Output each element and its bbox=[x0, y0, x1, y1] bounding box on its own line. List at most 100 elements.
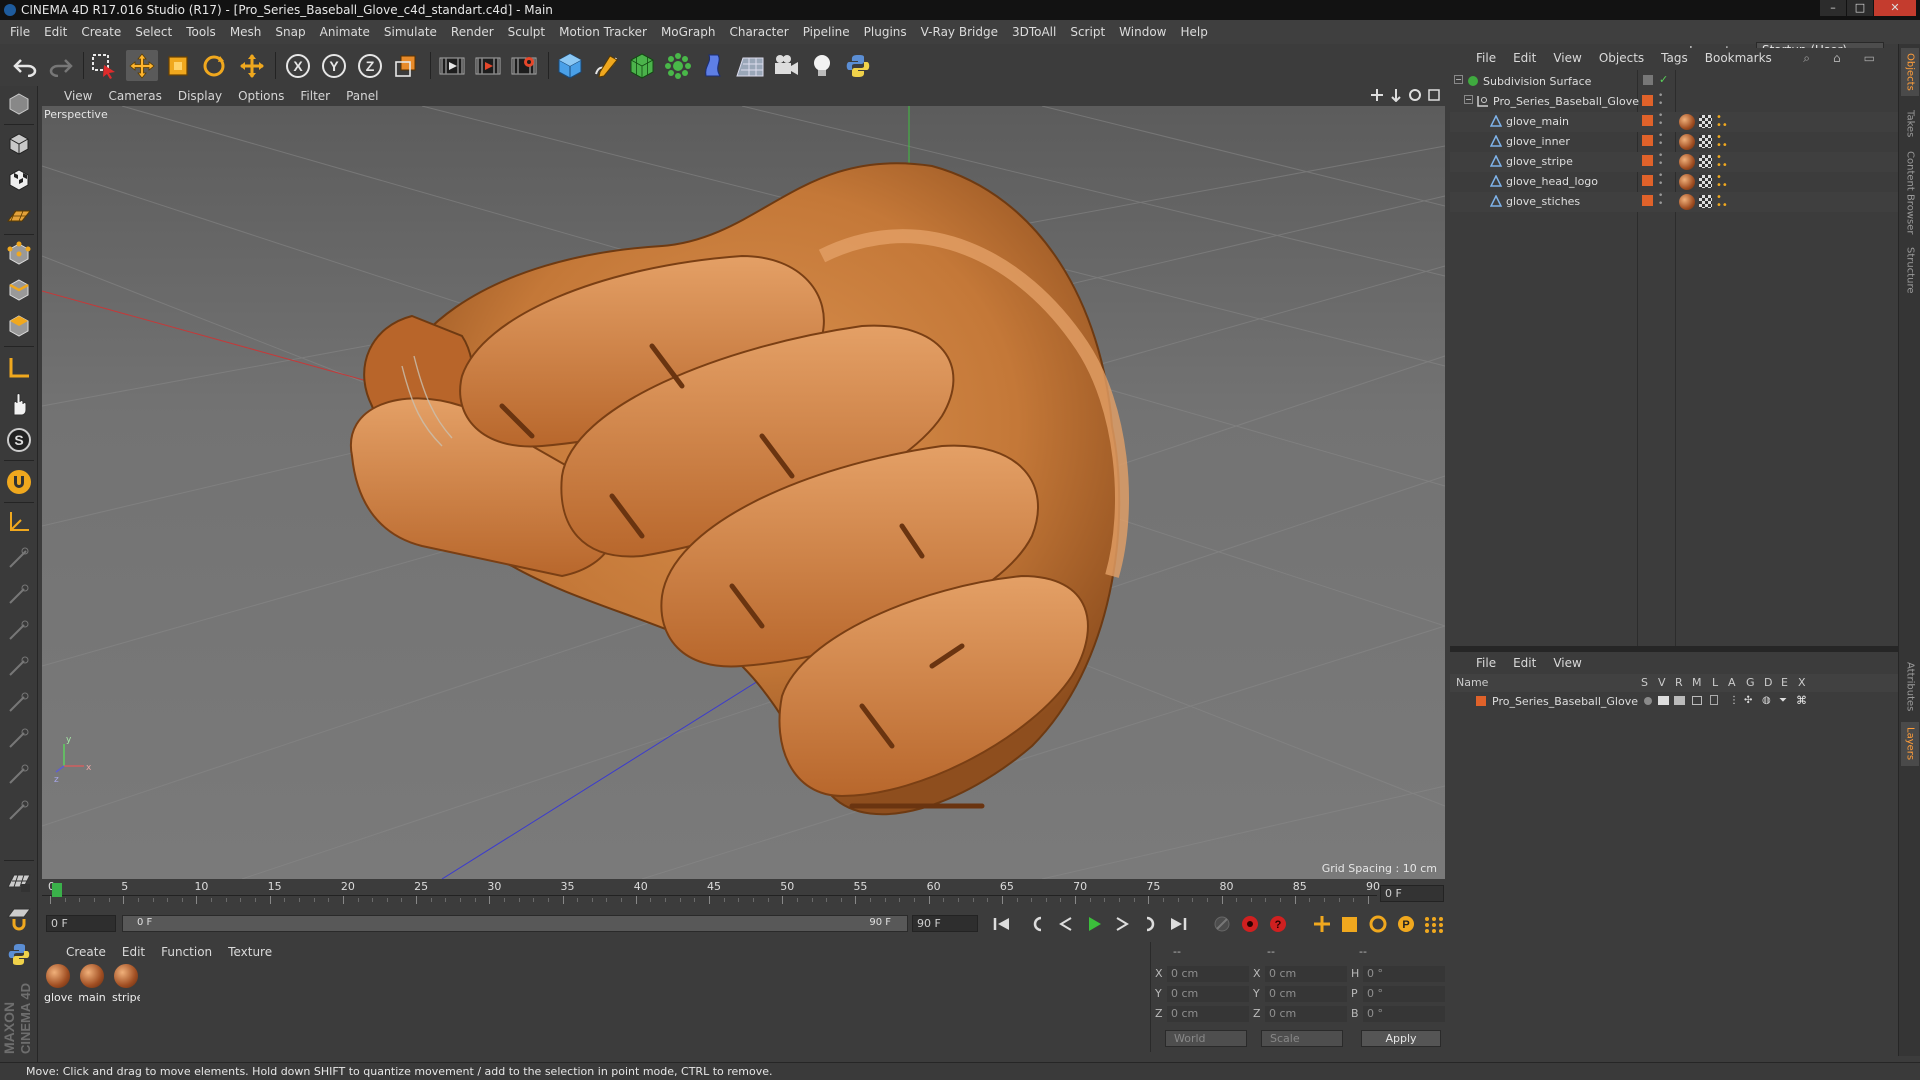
timeline-playhead[interactable] bbox=[52, 883, 62, 897]
viewport-menu-view[interactable]: View bbox=[64, 89, 92, 103]
manager-toggle[interactable] bbox=[1692, 696, 1702, 705]
rotation-p-field[interactable]: 0 ° bbox=[1363, 986, 1445, 1002]
menu-vray-bridge[interactable]: V-Ray Bridge bbox=[921, 25, 998, 39]
texture-mode-icon[interactable] bbox=[3, 164, 35, 196]
menu-sculpt[interactable]: Sculpt bbox=[508, 25, 545, 39]
visibility-dots[interactable]: • • bbox=[1658, 92, 1663, 109]
tab-takes[interactable]: Takes bbox=[1901, 104, 1919, 144]
material-stripe[interactable]: stripe bbox=[112, 964, 140, 1004]
uvw-tag-icon[interactable] bbox=[1699, 175, 1712, 188]
sculpt-brush-2-icon[interactable] bbox=[3, 578, 35, 610]
locked-workplane-icon[interactable] bbox=[3, 506, 35, 538]
generators-toggle[interactable]: ✣ bbox=[1744, 695, 1752, 706]
object-row-glove-main[interactable]: glove_main • • • •• bbox=[1450, 112, 1898, 132]
menu-tools[interactable]: Tools bbox=[186, 25, 216, 39]
timeline-ruler[interactable]: 051015202530354045505560657075808590 0 F bbox=[42, 879, 1447, 913]
menu-animate[interactable]: Animate bbox=[320, 25, 370, 39]
objects-menu-tags[interactable]: Tags bbox=[1661, 51, 1688, 65]
light-icon[interactable] bbox=[806, 50, 838, 81]
editor-visibility-toggle[interactable] bbox=[1643, 75, 1653, 85]
sculpt-brush-5-icon[interactable] bbox=[3, 686, 35, 718]
deformers-toggle[interactable]: ◍ bbox=[1762, 695, 1771, 706]
tab-structure[interactable]: Structure bbox=[1901, 242, 1919, 298]
maximize-button[interactable]: □ bbox=[1847, 0, 1873, 16]
material-tag-icon[interactable] bbox=[1679, 194, 1695, 210]
material-glove[interactable]: glove bbox=[44, 964, 72, 1004]
model-mode-icon[interactable] bbox=[3, 128, 35, 160]
panel-divider[interactable] bbox=[1450, 646, 1898, 652]
object-row-glove-head-logo[interactable]: glove_head_logo • • • •• bbox=[1450, 172, 1898, 192]
key-scale-icon[interactable] bbox=[1338, 914, 1362, 934]
minimize-button[interactable]: – bbox=[1820, 0, 1846, 16]
uvw-tag-icon[interactable] bbox=[1699, 115, 1712, 128]
collapse-toggle[interactable]: − bbox=[1464, 95, 1473, 104]
position-x-field[interactable]: 0 cm bbox=[1167, 966, 1249, 982]
layer-color-swatch[interactable] bbox=[1642, 115, 1653, 126]
object-row-glove-stiches[interactable]: glove_stiches • • • •• bbox=[1450, 192, 1898, 212]
3d-viewport[interactable]: y x z Perspective Grid Spacing : 10 cm bbox=[42, 106, 1445, 879]
camera-icon[interactable] bbox=[770, 50, 802, 81]
objects-menu-edit[interactable]: Edit bbox=[1513, 51, 1536, 65]
menu-help[interactable]: Help bbox=[1180, 25, 1207, 39]
floor-magnet-icon[interactable] bbox=[3, 902, 35, 934]
layer-color-swatch[interactable] bbox=[1642, 195, 1653, 206]
tab-content-browser[interactable]: Content Browser bbox=[1901, 148, 1919, 238]
viewport-menu-cameras[interactable]: Cameras bbox=[108, 89, 161, 103]
previous-key-icon[interactable] bbox=[1026, 914, 1050, 934]
rotation-b-field[interactable]: 0 ° bbox=[1363, 1006, 1445, 1022]
cube-icon[interactable] bbox=[554, 50, 586, 81]
material-menu-edit[interactable]: Edit bbox=[122, 945, 145, 959]
size-y-field[interactable]: 0 cm bbox=[1265, 986, 1347, 1002]
next-key-icon[interactable] bbox=[1138, 914, 1162, 934]
redo-icon[interactable] bbox=[44, 50, 76, 81]
animation-toggle[interactable]: ⋮ bbox=[1729, 695, 1739, 706]
phong-tag-icon[interactable]: • •• bbox=[1716, 133, 1728, 151]
coordinate-mode-dropdown[interactable]: Scale bbox=[1261, 1030, 1343, 1047]
scale-icon[interactable] bbox=[162, 50, 194, 81]
object-row-glove-null[interactable]: − Pro_Series_Baseball_Glove • • bbox=[1450, 92, 1898, 112]
menu-create[interactable]: Create bbox=[81, 25, 121, 39]
play-icon[interactable] bbox=[1082, 914, 1106, 934]
rotate-icon[interactable] bbox=[198, 50, 230, 81]
subdivision-icon[interactable] bbox=[626, 50, 658, 81]
phong-tag-icon[interactable]: • •• bbox=[1716, 173, 1728, 191]
menu-snap[interactable]: Snap bbox=[275, 25, 305, 39]
go-to-start-icon[interactable] bbox=[990, 914, 1014, 934]
start-frame-field[interactable]: 0 F bbox=[46, 915, 116, 932]
array-icon[interactable] bbox=[662, 50, 694, 81]
snapping-icon[interactable]: S bbox=[3, 424, 35, 456]
coordinate-space-dropdown[interactable]: World bbox=[1165, 1030, 1247, 1047]
object-row-subdivision-surface[interactable]: − Subdivision Surface ✓ bbox=[1450, 72, 1898, 92]
position-z-field[interactable]: 0 cm bbox=[1167, 1006, 1249, 1022]
layer-color-swatch[interactable] bbox=[1642, 95, 1653, 106]
rotation-h-field[interactable]: 0 ° bbox=[1363, 966, 1445, 982]
tab-objects[interactable]: Objects bbox=[1901, 48, 1919, 96]
menu-mograph[interactable]: MoGraph bbox=[661, 25, 716, 39]
xrefs-toggle[interactable]: ⌘ bbox=[1796, 694, 1807, 707]
points-mode-icon[interactable] bbox=[3, 238, 35, 270]
key-rotation-icon[interactable] bbox=[1366, 914, 1390, 934]
position-y-field[interactable]: 0 cm bbox=[1167, 986, 1249, 1002]
menu-select[interactable]: Select bbox=[135, 25, 172, 39]
sculpt-brush-7-icon[interactable] bbox=[3, 758, 35, 790]
tweak-mode-icon[interactable] bbox=[3, 388, 35, 420]
edges-mode-icon[interactable] bbox=[3, 274, 35, 306]
menu-motion-tracker[interactable]: Motion Tracker bbox=[559, 25, 647, 39]
end-frame-field[interactable]: 90 F bbox=[912, 915, 978, 932]
y-axis-icon[interactable]: Y bbox=[318, 50, 350, 81]
menu-edit[interactable]: Edit bbox=[44, 25, 67, 39]
previous-frame-icon[interactable] bbox=[1054, 914, 1078, 934]
render-view-icon[interactable] bbox=[436, 50, 468, 81]
material-menu-texture[interactable]: Texture bbox=[228, 945, 272, 959]
frame-range-slider[interactable]: 0 F 90 F bbox=[122, 915, 908, 932]
menu-render[interactable]: Render bbox=[451, 25, 494, 39]
menu-plugins[interactable]: Plugins bbox=[864, 25, 907, 39]
menu-pipeline[interactable]: Pipeline bbox=[803, 25, 850, 39]
menu-3dtoall[interactable]: 3DToAll bbox=[1012, 25, 1056, 39]
key-position-icon[interactable] bbox=[1310, 914, 1334, 934]
visibility-dots[interactable]: • • bbox=[1658, 172, 1663, 189]
close-button[interactable]: ✕ bbox=[1874, 0, 1916, 16]
key-parameter-icon[interactable]: P bbox=[1394, 914, 1418, 934]
recent-tool-icon[interactable] bbox=[236, 50, 268, 81]
layers-menu-edit[interactable]: Edit bbox=[1513, 656, 1536, 670]
